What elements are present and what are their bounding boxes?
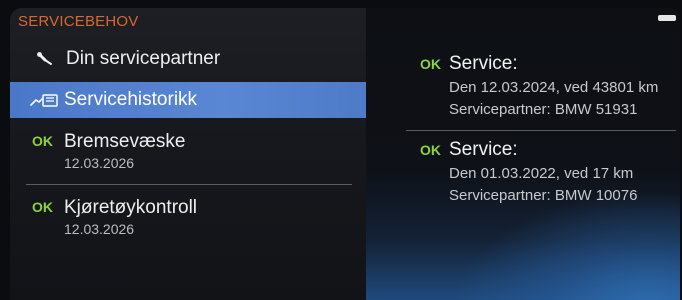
entry-date-mileage: Den 12.03.2024, ved 43801 km (449, 79, 659, 96)
menu-item-label: Servicehistorikk (64, 89, 198, 110)
status-badge: OK (32, 133, 53, 149)
divider (26, 184, 352, 185)
divider (406, 130, 676, 131)
entry-date-mileage: Den 01.03.2022, ved 17 km (449, 165, 634, 182)
status-badge: OK (420, 56, 441, 72)
history-entry: OK Service: Den 01.03.2022, ved 17 km Se… (366, 134, 680, 204)
service-book-icon (30, 94, 58, 107)
entry-title: Service: (449, 139, 518, 160)
service-history-panel: OK Service: Den 12.03.2024, ved 43801 km… (366, 8, 680, 300)
menu-item-label: Bremsevæske (64, 131, 186, 152)
menu-item-brake-fluid[interactable]: OK Bremsevæske 12.03.2026 (10, 130, 366, 182)
status-badge: OK (32, 199, 53, 215)
idrive-screen: SERVICEBEHOV Din servicepartner Serviceh… (10, 8, 680, 300)
menu-item-label: Din servicepartner (66, 48, 221, 69)
due-date: 12.03.2026 (64, 155, 135, 171)
minimize-handle[interactable] (658, 15, 676, 21)
history-entry: OK Service: Den 12.03.2024, ved 43801 km… (366, 48, 680, 118)
entry-title: Service: (449, 53, 518, 74)
menu-item-label: Kjøretøykontroll (64, 197, 198, 218)
due-date: 12.03.2026 (64, 221, 135, 237)
left-menu-panel: SERVICEBEHOV Din servicepartner Serviceh… (10, 8, 366, 300)
entry-service-partner: Servicepartner: BMW 51931 (449, 101, 638, 118)
menu-item-service-partner[interactable]: Din servicepartner (10, 42, 366, 78)
entry-service-partner: Servicepartner: BMW 10076 (449, 187, 638, 204)
status-badge: OK (420, 142, 441, 158)
page-title: SERVICEBEHOV (18, 13, 139, 30)
menu-item-service-history[interactable]: Servicehistorikk (10, 82, 366, 118)
wrench-icon (37, 52, 52, 65)
menu-item-vehicle-inspection[interactable]: OK Kjøretøykontroll 12.03.2026 (10, 194, 366, 246)
